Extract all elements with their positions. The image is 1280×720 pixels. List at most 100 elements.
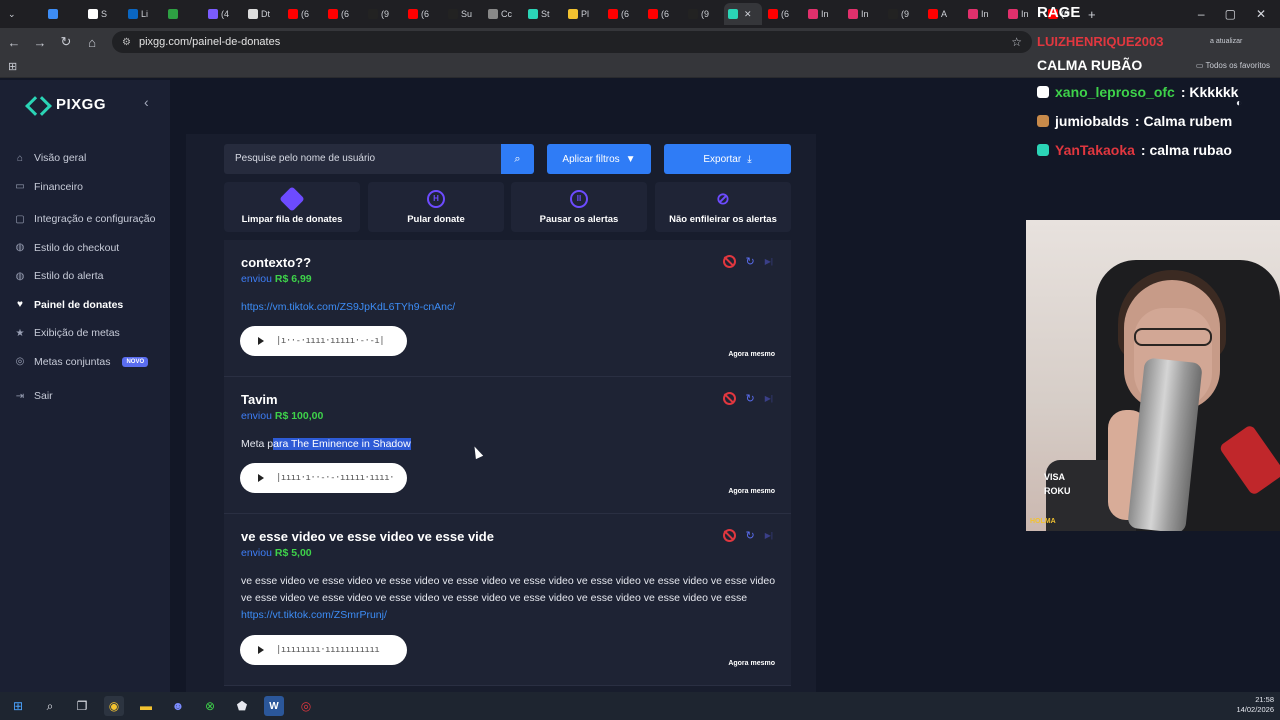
sidebar-item[interactable]: ▭ Financeiro [14,173,170,202]
shield-icon[interactable]: ⬟ [232,696,252,716]
browser-tab[interactable]: (6 [764,3,802,25]
browser-tab[interactable]: Pl [564,3,602,25]
browser-tab[interactable]: (9 [684,3,722,25]
site-info-icon[interactable]: ⚙ [122,37,131,48]
browser-tab[interactable]: (6 [604,3,642,25]
block-icon[interactable] [722,392,736,405]
export-button[interactable]: Exportar ⤓ [664,144,791,174]
tab-label: (6 [621,9,630,19]
waveform[interactable]: |ı··-·ıııı·ııııı·-·-ı| [276,336,385,346]
browser-tab[interactable]: Cc [484,3,522,25]
sidebar-item[interactable]: ★ Exibição de metas [14,319,170,348]
minimize-icon[interactable]: – [1198,7,1205,21]
audio-player[interactable]: |ıııı·ı··-·-·ııııı·ıııı· [240,463,407,493]
skip-icon[interactable]: ▶| [765,394,773,403]
action-button[interactable]: ⊘ Não enfileirar os alertas [655,182,791,232]
play-icon[interactable] [258,474,264,482]
apply-filters-button[interactable]: Aplicar filtros ▼ [547,144,651,174]
search-button[interactable]: ⌕ [501,144,534,174]
browser-tab[interactable]: Su [444,3,482,25]
browser-tab[interactable]: St [524,3,562,25]
sidebar-item[interactable]: ♥ Painel de donates [14,291,170,320]
browser-tab[interactable]: In [804,3,842,25]
block-icon[interactable] [722,255,736,268]
search-icon[interactable]: ⌕ [40,696,60,716]
message-link[interactable]: https://vm.tiktok.com/ZS9JpKdL6TYh9-cnAn… [241,301,455,313]
file-explorer-icon[interactable]: ▬ [136,696,156,716]
forward-icon[interactable]: → [28,35,52,50]
home-icon[interactable]: ⌂ [80,35,104,50]
bookmark-star-icon[interactable]: ☆ [1011,35,1022,49]
sidebar-item[interactable]: ◍ Estilo do alerta [14,262,170,291]
sidebar-item[interactable]: ◍ Estilo do checkout [14,234,170,263]
windows-start-icon[interactable]: ⊞ [8,696,28,716]
sidebar-item[interactable]: ⌂ Visão geral [14,144,170,173]
message-link[interactable]: https://vt.tiktok.com/ZSmrPrunj/ [241,609,387,621]
replay-icon[interactable]: ↻ [746,529,755,542]
skip-icon[interactable]: ▶| [765,257,773,266]
browser-tab[interactable]: (6 [644,3,682,25]
task-view-icon[interactable]: ❐ [72,696,92,716]
browser-tab[interactable]: Dt [244,3,282,25]
theme-toggle-icon[interactable]: ◐ [1236,98,1242,109]
back-icon[interactable]: ← [2,35,26,50]
reload-icon[interactable]: ↻ [54,34,78,50]
browser-tab[interactable]: In [844,3,882,25]
all-favorites-folder[interactable]: ▭ Todos os favoritos [1196,61,1270,70]
skip-icon[interactable]: ▶| [765,531,773,540]
browser-tab[interactable]: (6 [284,3,322,25]
apps-icon[interactable]: ⊞ [8,60,17,73]
block-icon[interactable] [722,529,736,542]
action-button[interactable]: II Pausar os alertas [511,182,647,232]
action-label: Pausar os alertas [539,213,619,225]
browser-tab[interactable]: (9 [884,3,922,25]
chat-username: xano_leproso_ofc [1055,84,1175,100]
waveform[interactable]: |ıııııııı·ııııııııııı [276,645,380,655]
tab-label: (9 [901,9,910,19]
address-bar[interactable]: ⚙ pixgg.com/painel-de-donates ☆ [112,31,1032,53]
replay-icon[interactable]: ↻ [746,392,755,405]
browser-tab[interactable]: S [84,3,122,25]
new-tab-button[interactable]: + [1084,3,1122,25]
audio-player[interactable]: |ı··-·ıııı·ııııı·-·-ı| [240,326,407,356]
sidebar-nav: ⌂ Visão geral ▭ Financeiro ▢ Integração e con… [14,144,170,411]
search-input[interactable]: Pesquise pelo nome de usuário [224,144,501,174]
browser-tab[interactable]: (4 [204,3,242,25]
clock-date: 14/02/2026 [1236,705,1274,714]
card-actions: ↻ ▶| [722,392,773,405]
word-icon[interactable]: W [264,696,284,716]
collapse-sidebar-icon[interactable]: ‹ [144,94,149,110]
browser-tab[interactable]: (6 [404,3,442,25]
obs-icon[interactable]: ◎ [296,696,316,716]
browser-tab[interactable] [164,3,202,25]
browser-tab[interactable] [44,3,82,25]
tab-label: In [981,9,989,19]
maximize-icon[interactable]: ▢ [1225,7,1236,21]
browser-tab[interactable]: (6 [324,3,362,25]
tab-favicon-icon [888,9,898,19]
audio-player[interactable]: |ıııııııı·ııııııııııı [240,635,407,665]
browser-tab[interactable]: (9 [364,3,402,25]
browser-tab[interactable]: In [964,3,1002,25]
browser-tab[interactable]: ✕ [724,3,762,25]
play-icon[interactable] [258,646,264,654]
system-clock[interactable]: 21:58 14/02/2026 [1236,695,1274,715]
browser-tab[interactable]: Li [124,3,162,25]
xbox-icon[interactable]: ⊗ [200,696,220,716]
action-button[interactable]: H Pular donate [368,182,504,232]
close-tab-icon[interactable]: ✕ [744,9,752,20]
sidebar-item[interactable]: ◎ Metas conjuntas NOVO [14,348,170,377]
sidebar-item[interactable]: ⇥ Sair [14,382,170,411]
discord-icon[interactable]: ☻ [168,696,188,716]
pixgg-logo[interactable]: PIXGG [28,96,106,113]
waveform[interactable]: |ıııı·ı··-·-·ııııı·ıııı· [276,473,395,483]
replay-icon[interactable]: ↻ [746,255,755,268]
play-icon[interactable] [258,337,264,345]
browser-tab[interactable]: A [924,3,962,25]
clock-time: 21:58 [1255,695,1274,704]
chrome-icon[interactable]: ◉ [104,696,124,716]
tab-search-icon[interactable]: ⌄ [4,3,42,25]
action-button[interactable]: Limpar fila de donates [224,182,360,232]
close-icon[interactable]: ✕ [1256,7,1266,21]
sidebar-item[interactable]: ▢ Integração e configuração [14,205,170,234]
